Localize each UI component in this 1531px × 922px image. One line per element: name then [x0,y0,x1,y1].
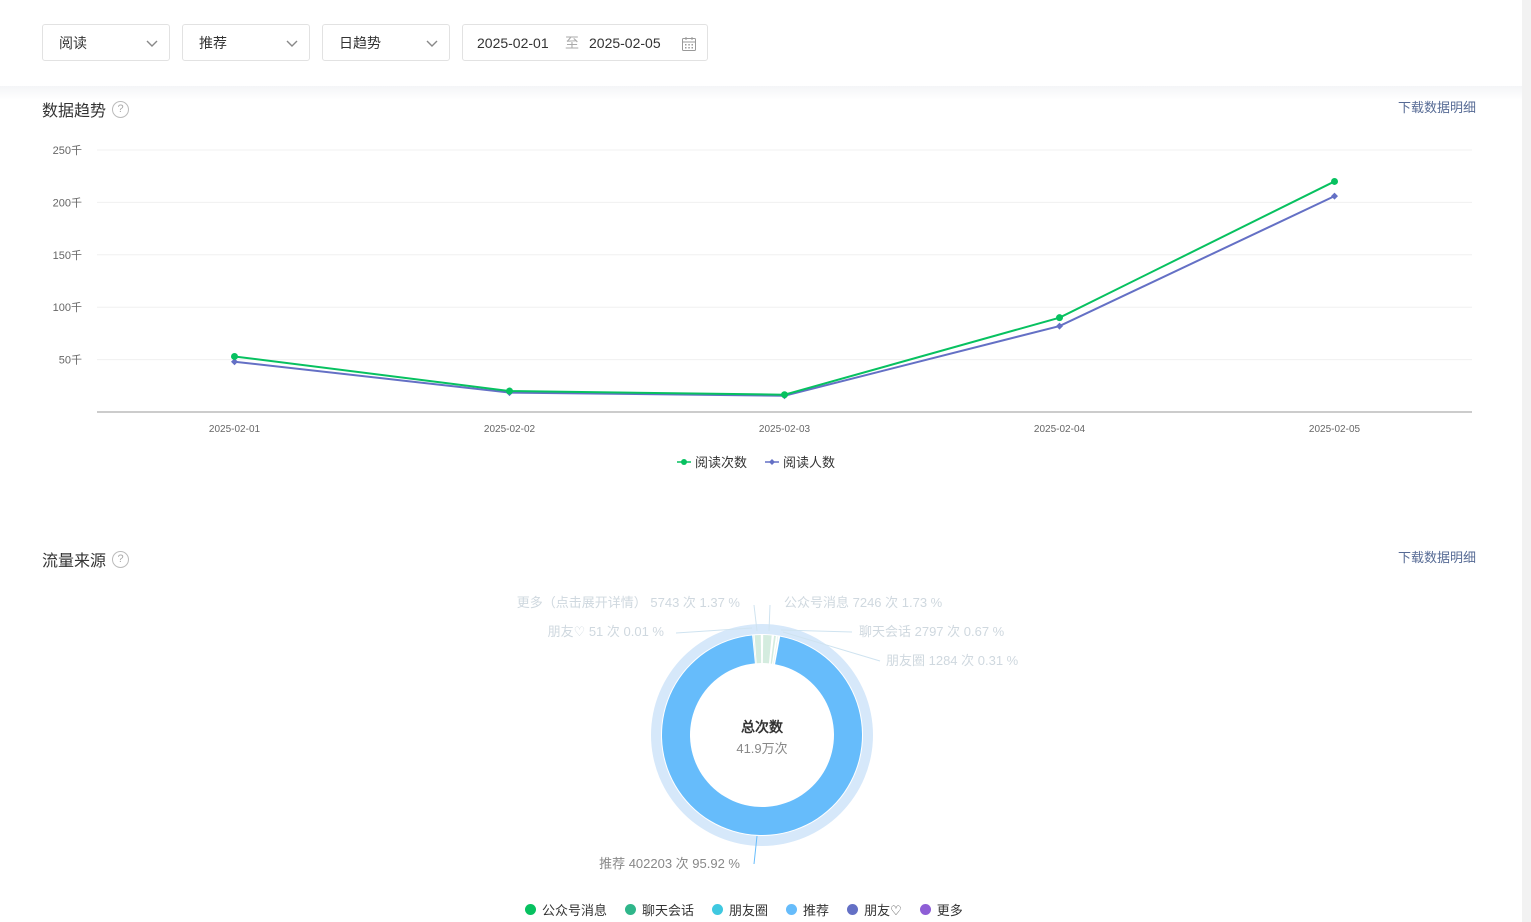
legend-item[interactable]: 阅读次数 [677,452,747,471]
legend-item[interactable]: 公众号消息 [525,900,607,919]
legend-dot-icon [919,904,931,915]
granularity-select-value: 日趋势 [339,34,381,51]
legend-item[interactable]: 朋友圈 [712,900,768,919]
calendar-icon [682,37,696,51]
data-point[interactable] [1056,314,1063,322]
date-end[interactable]: 2025-02-05 [589,35,661,51]
slice-label: 朋友圈 1284 次 0.31 % [886,653,1019,668]
traffic-download-link[interactable]: 下载数据明细 [1398,547,1476,566]
legend-label: 阅读人数 [783,455,836,470]
source-select-value: 推荐 [199,34,227,51]
y-tick-label: 250千 [53,144,82,157]
legend-marker-icon [765,458,780,465]
legend-dot-icon [786,904,798,915]
data-point[interactable] [506,387,513,395]
date-start[interactable]: 2025-02-01 [477,35,549,51]
y-tick-label: 50千 [59,354,82,367]
legend-label: 朋友圈 [729,903,769,918]
traffic-title: 流量来源 [42,553,107,570]
legend-dot-icon [847,904,859,915]
date-range-picker[interactable]: 2025-02-01 至 2025-02-05 [462,24,708,61]
trend-line-chart: 50千 100千 150千 200千 250千 2025-02-01 2025-02-02 2… [53,144,1472,435]
metric-select-value: 阅读 [59,34,87,51]
legend-label: 更多 [936,903,963,918]
legend-item[interactable]: 聊天会话 [625,900,694,919]
legend-dot-icon [625,904,637,915]
legend-label: 公众号消息 [542,903,608,918]
x-tick-label: 2025-02-04 [1034,424,1086,435]
slice-label: 聊天会话 2797 次 0.67 % [859,624,1005,639]
legend-label: 阅读次数 [695,455,748,470]
chevron-down-icon [286,40,298,47]
y-tick-label: 200千 [53,196,82,209]
legend-label: 朋友♡ [864,903,902,918]
legend-item[interactable]: 更多 [919,900,963,919]
series-line [234,180,1335,396]
traffic-legend: 公众号消息 聊天会话 朋友圈 推荐 朋友♡ 更多 [525,900,963,919]
x-tick-label: 2025-02-02 [484,424,536,435]
legend-dot-icon [525,904,536,915]
legend-dot-icon [712,904,724,915]
help-icon[interactable]: ? [112,550,130,568]
legend-label: 推荐 [803,903,830,918]
legend-marker-icon [677,458,691,465]
scrollbar-track[interactable] [1522,0,1531,922]
help-icon[interactable]: ? [112,100,130,118]
x-tick-label: 2025-02-01 [209,424,261,435]
slice-label: 朋友♡ 51 次 0.01 % [548,624,665,639]
data-point[interactable] [1056,322,1063,330]
traffic-section-title: 流量来源 ? [42,547,130,571]
source-select[interactable]: 推荐 [182,24,310,61]
traffic-donut-chart: 公众号消息 7246 次 1.73 % 聊天会话 2797 次 0.67 % 朋友圈… [517,595,1019,871]
donut-center-title: 总次数 [741,719,784,735]
trend-legend: 阅读次数 阅读人数 [677,452,835,471]
data-point[interactable] [1331,192,1338,200]
legend-label: 聊天会话 [642,903,695,918]
slice-label: 更多（点击展开详情） 5743 次 1.37 % [517,595,741,610]
slice-label: 公众号消息 7246 次 1.73 % [784,595,943,610]
x-tick-label: 2025-02-03 [759,424,811,435]
date-separator: 至 [565,34,579,51]
granularity-select[interactable]: 日趋势 [322,24,450,61]
donut-center-value: 41.9万次 [736,741,787,756]
y-tick-label: 150千 [53,249,82,262]
data-point[interactable] [1331,177,1338,185]
series-line [234,195,1335,397]
legend-item[interactable]: 阅读人数 [765,452,835,471]
data-point[interactable] [231,352,238,360]
chevron-down-icon [426,40,438,47]
legend-item[interactable]: 推荐 [786,900,829,919]
legend-item[interactable]: 朋友♡ [847,900,902,919]
slice-label: 推荐 402203 次 95.92 % [599,856,740,871]
y-tick-label: 100千 [53,301,82,314]
trend-section-title: 数据趋势 ? [42,97,130,121]
trend-title: 数据趋势 [42,103,107,120]
chevron-down-icon [146,40,158,47]
metric-select[interactable]: 阅读 [42,24,170,61]
data-point[interactable] [781,391,788,399]
x-tick-label: 2025-02-05 [1309,424,1361,435]
trend-download-link[interactable]: 下载数据明细 [1398,97,1476,116]
filter-bar-shadow [0,86,1522,100]
